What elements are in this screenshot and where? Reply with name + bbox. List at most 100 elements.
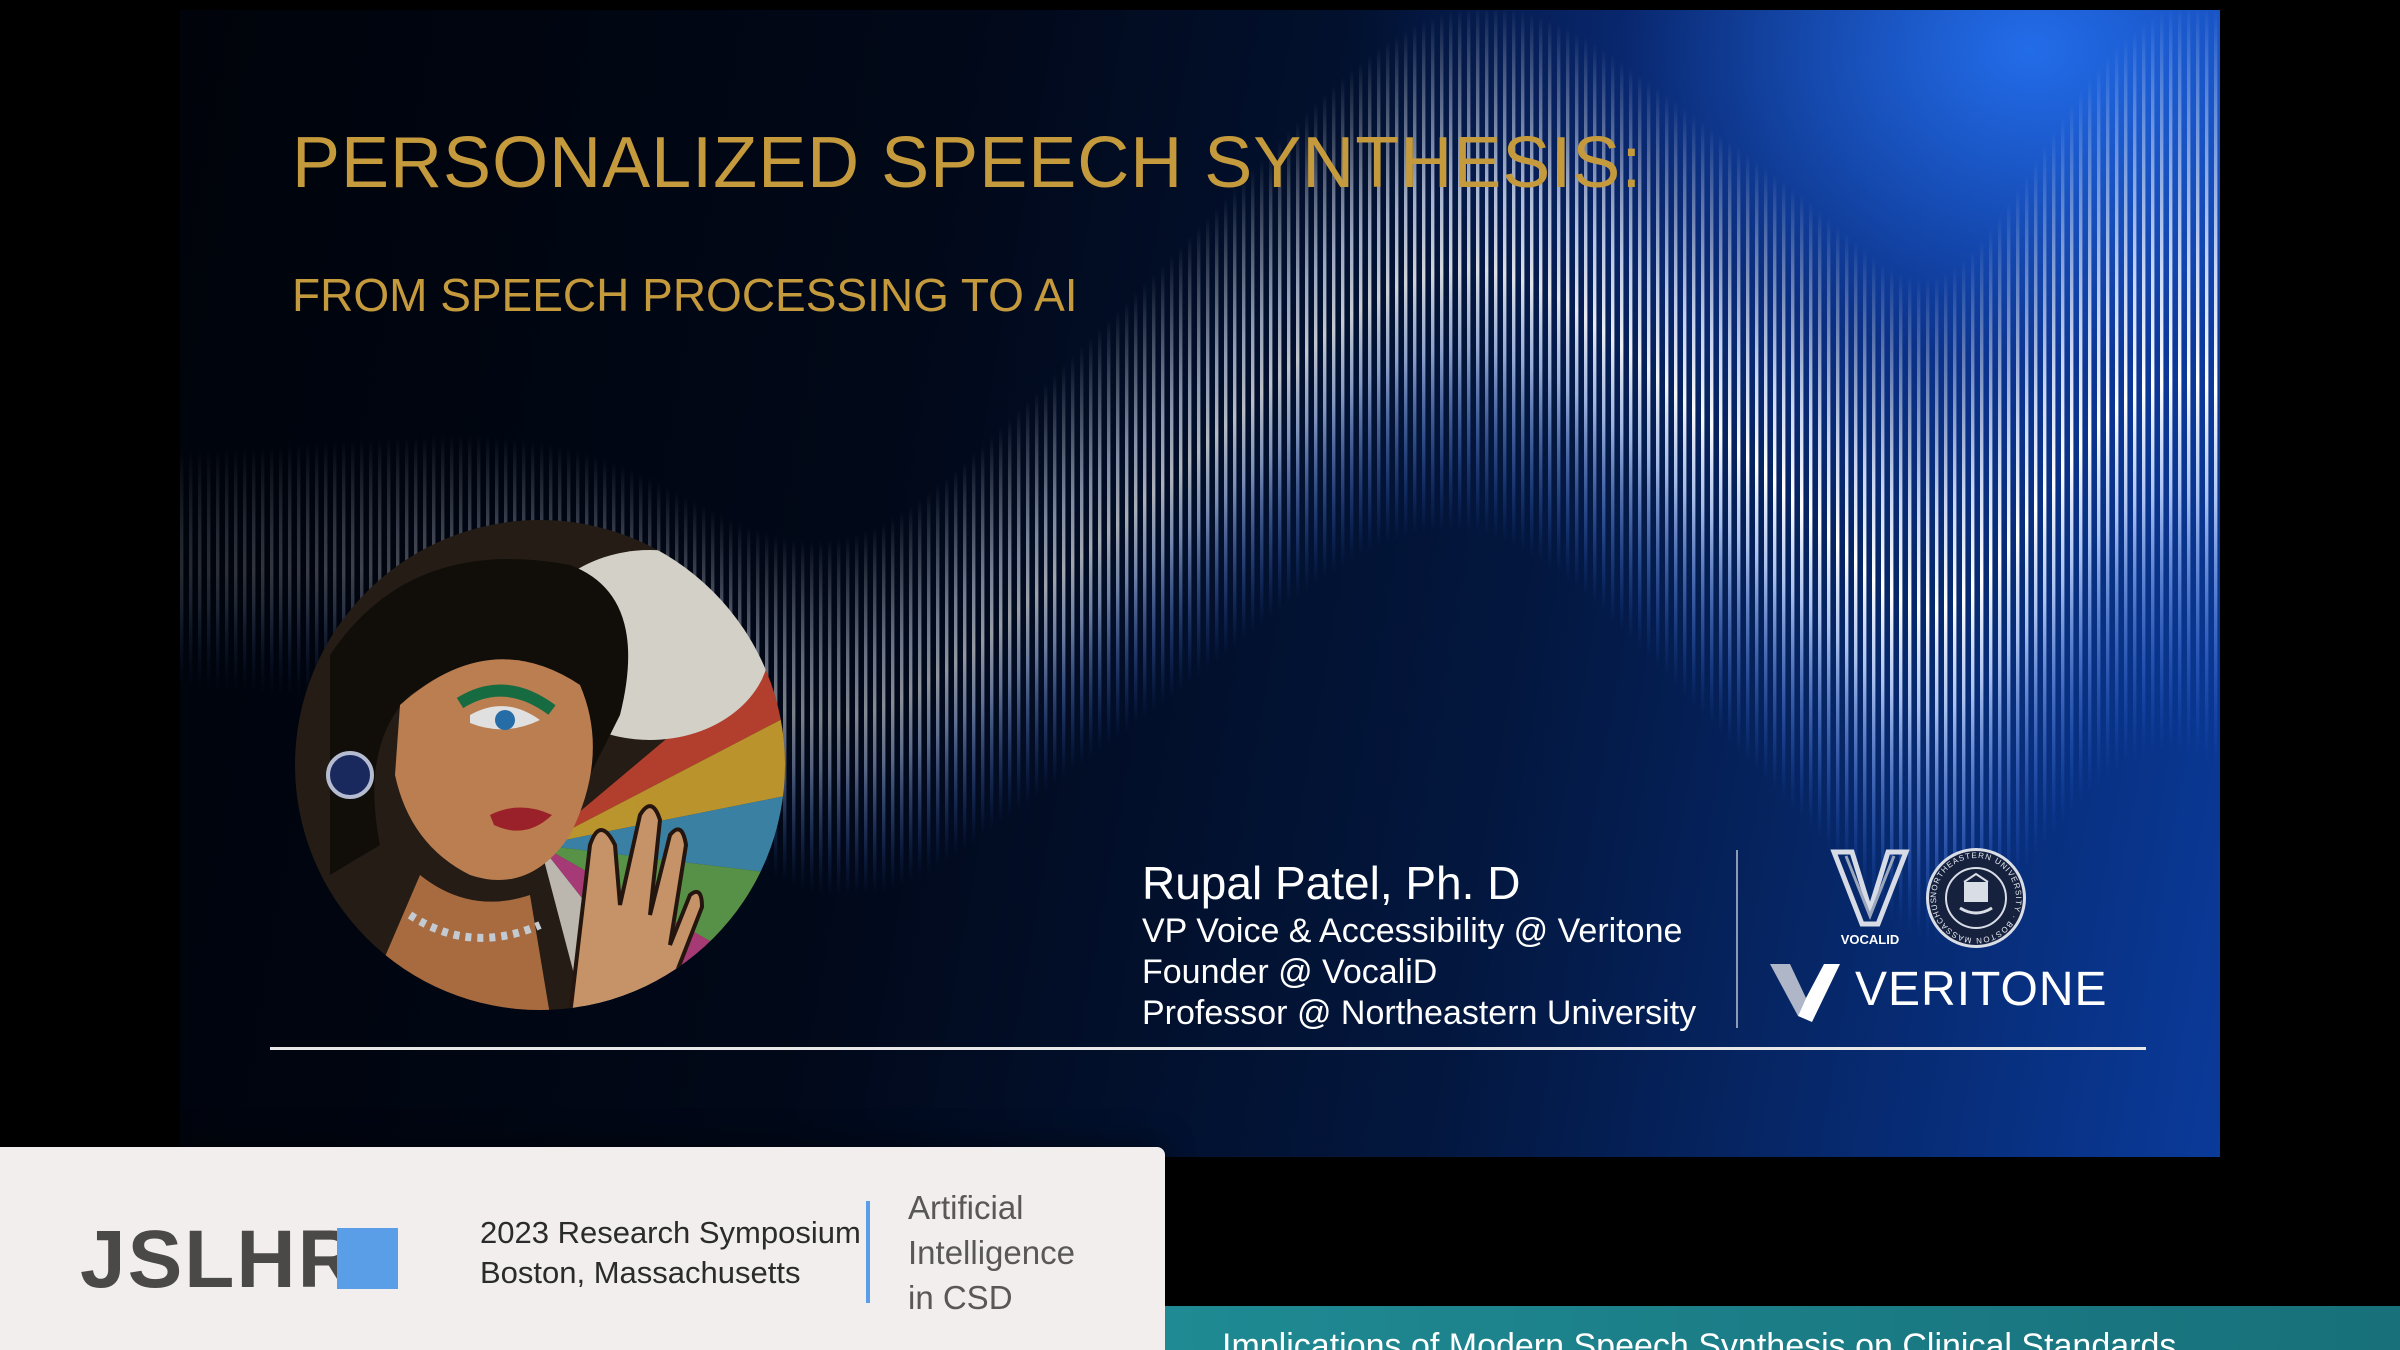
slide-horizontal-rule xyxy=(270,1047,2146,1050)
soundwave-bar xyxy=(927,492,931,874)
soundwave-bar xyxy=(1242,178,1246,642)
soundwave-bar xyxy=(189,449,193,691)
vocalid-logo: VOCALID xyxy=(1830,849,1910,947)
soundwave-bar xyxy=(1818,209,1822,841)
soundwave-bar xyxy=(1017,409,1021,813)
presentation-slide: PERSONALIZED SPEECH SYNTHESIS: FROM SPEE… xyxy=(180,10,2220,1157)
soundwave-bar xyxy=(990,435,994,833)
soundwave-bar xyxy=(261,446,265,694)
soundwave-bar xyxy=(2052,130,2056,836)
soundwave-bar xyxy=(837,537,841,898)
soundwave-bar xyxy=(2196,10,2200,758)
soundwave-bar xyxy=(1935,275,1939,944)
soundwave-bar xyxy=(1782,180,1786,801)
soundwave-bar xyxy=(216,448,220,692)
soundwave-bar xyxy=(1926,277,1930,943)
soundwave-bar xyxy=(1656,87,1660,669)
soundwave-bar xyxy=(279,445,283,696)
presenter-name: Rupal Patel, Ph. D xyxy=(1142,857,1521,909)
talk-title: Implications of Modern Speech Synthesis … xyxy=(1222,1327,2177,1350)
soundwave-bar xyxy=(207,449,211,691)
soundwave-bar xyxy=(1449,10,1453,532)
soundwave-bar xyxy=(1692,114,1696,707)
soundwave-bar xyxy=(1872,256,1876,904)
soundwave-bar xyxy=(1566,27,1570,583)
soundwave-bar xyxy=(1998,215,2002,904)
soundwave-bar xyxy=(1944,272,1948,943)
soundwave-bar xyxy=(855,533,859,897)
soundwave-bar xyxy=(1134,291,1138,726)
soundwave-bar xyxy=(1161,264,1165,706)
soundwave-bar xyxy=(1827,217,1831,852)
presenter-role: Founder @ VocaliD xyxy=(1142,953,1438,991)
soundwave-bar xyxy=(1575,32,1579,590)
topic-line: in CSD xyxy=(908,1279,1013,1316)
soundwave-bar xyxy=(882,521,886,892)
soundwave-bar xyxy=(972,452,976,845)
soundwave-bar xyxy=(2061,116,2065,825)
soundwave-bar xyxy=(1467,10,1471,533)
soundwave-bar xyxy=(252,446,256,694)
pop-art-woman-illustration xyxy=(295,520,785,1010)
soundwave-bar xyxy=(1224,197,1228,656)
soundwave-bar xyxy=(1917,277,1921,940)
soundwave-bar xyxy=(1521,10,1525,552)
soundwave-bar xyxy=(1962,259,1966,936)
soundwave-bar xyxy=(1260,159,1264,627)
soundwave-bar xyxy=(801,539,805,891)
soundwave-bar xyxy=(1125,301,1129,733)
talk-title-banner: Implications of Modern Speech Synthesis … xyxy=(1165,1306,2400,1350)
soundwave-bar xyxy=(909,505,913,882)
soundwave-bar xyxy=(1701,121,1705,717)
soundwave-bar xyxy=(846,535,850,898)
soundwave-bar xyxy=(1764,167,1768,782)
veritone-v-icon xyxy=(1770,964,1840,1022)
soundwave-bar xyxy=(900,511,904,886)
soundwave-bar xyxy=(2097,66,2101,787)
soundwave-bar xyxy=(1719,134,1723,735)
soundwave-bar xyxy=(963,461,967,852)
soundwave-bar xyxy=(1746,154,1750,763)
soundwave-bar xyxy=(918,499,922,878)
soundwave-bar xyxy=(2214,10,2218,768)
soundwave-bar xyxy=(1215,207,1219,663)
event-location: Boston, Massachusetts xyxy=(480,1255,801,1290)
soundwave-bar xyxy=(1413,24,1417,536)
soundwave-bar xyxy=(1179,245,1183,692)
soundwave-bar xyxy=(954,469,958,857)
soundwave-bar xyxy=(1494,10,1498,540)
soundwave-bar xyxy=(1197,226,1201,678)
soundwave-bar xyxy=(2106,56,2110,779)
soundwave-bar xyxy=(1881,262,1885,914)
soundwave-bar xyxy=(873,526,877,895)
soundwave-bar xyxy=(1971,250,1975,930)
soundwave-bar xyxy=(2124,37,2128,766)
presenter-info: Rupal Patel, Ph. D VP Voice & Accessibil… xyxy=(1142,855,1696,1034)
card-divider xyxy=(866,1201,870,1303)
soundwave-bar xyxy=(1683,107,1687,698)
soundwave-bar xyxy=(1395,35,1399,541)
soundwave-bar xyxy=(1647,80,1651,660)
soundwave-bar xyxy=(1278,139,1282,613)
soundwave-bar xyxy=(1080,346,1084,766)
soundwave-bar xyxy=(2070,103,2074,815)
soundwave-bar xyxy=(1089,337,1093,759)
soundwave-bar xyxy=(1116,310,1120,739)
soundwave-bar xyxy=(2142,22,2146,757)
jslhr-logo: JSLHR xyxy=(80,1214,359,1305)
symposium-topic: Artificial Intelligence in CSD xyxy=(908,1185,1075,1320)
soundwave-bar xyxy=(1476,10,1480,535)
soundwave-bar xyxy=(810,540,814,894)
soundwave-bar xyxy=(234,447,238,693)
soundwave-bar xyxy=(1836,225,1840,862)
soundwave-bar xyxy=(1674,100,1678,688)
soundwave-bar xyxy=(2007,202,2011,893)
soundwave-bar xyxy=(1143,282,1147,719)
soundwave-bar xyxy=(198,449,202,691)
slide-title: PERSONALIZED SPEECH SYNTHESIS: xyxy=(292,123,1643,203)
soundwave-bar xyxy=(2016,188,2020,882)
soundwave-bar xyxy=(2178,10,2182,753)
soundwave-bar xyxy=(1485,10,1489,537)
soundwave-bar xyxy=(1386,41,1390,544)
veritone-logo-text: VERITONE xyxy=(1855,963,2108,1016)
